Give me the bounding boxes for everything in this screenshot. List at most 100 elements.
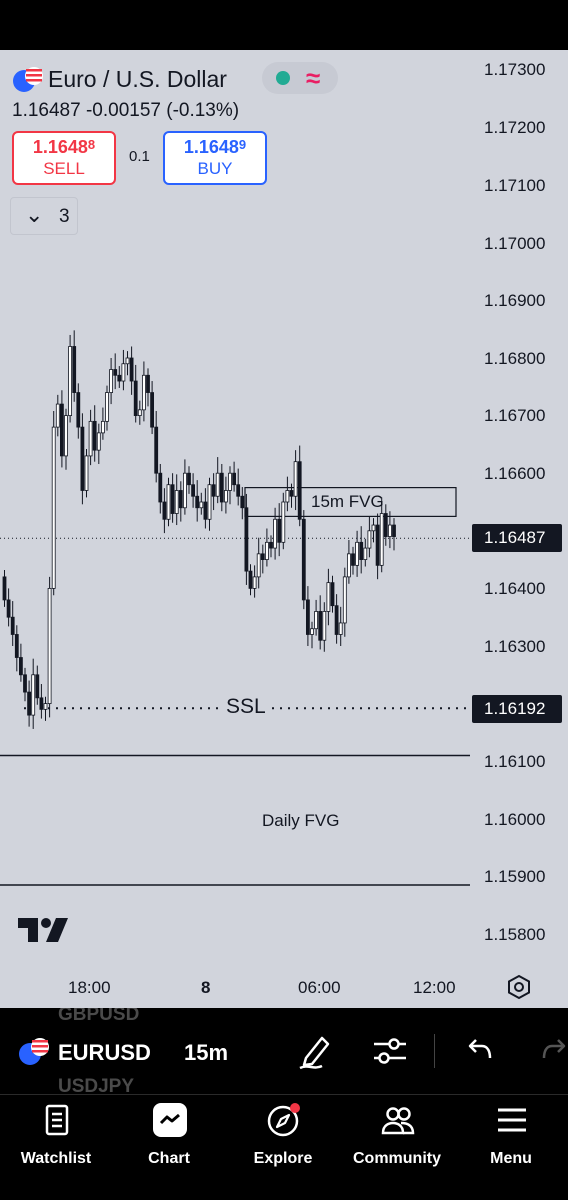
candle-body: [51, 426, 56, 589]
candle-body: [170, 484, 175, 514]
nav-menu[interactable]: Menu: [461, 1095, 561, 1195]
candle-body: [60, 403, 64, 457]
eur-usd-flag-icon: [13, 67, 43, 92]
indicators-sliders-icon[interactable]: [372, 1034, 408, 1068]
candle-body: [133, 380, 138, 417]
community-icon: [381, 1107, 415, 1135]
sell-price-pip: 8: [87, 137, 96, 152]
candle-body: [39, 697, 44, 710]
candle-body: [264, 541, 269, 561]
indicators-toggle[interactable]: ⌄ 3: [10, 197, 78, 235]
price-axis-label: 1.17200: [484, 118, 546, 137]
time-axis-label: 12:00: [413, 978, 456, 997]
candle-body: [215, 472, 220, 497]
candle-body: [68, 346, 72, 417]
redo-icon[interactable]: [542, 1034, 568, 1064]
compass-icon: [267, 1103, 300, 1137]
daily-fvg-label[interactable]: Daily FVG: [262, 811, 339, 831]
settings-icon[interactable]: [506, 974, 532, 1000]
candle-body: [269, 541, 273, 549]
candle-body: [162, 501, 167, 520]
price-axis-label: 1.16300: [484, 637, 546, 656]
candle-body: [84, 455, 89, 491]
chart-toolbar: GBPUSD USDJPY EURUSD 15m: [0, 1008, 568, 1094]
candle-body: [199, 501, 204, 509]
candle-body: [281, 501, 286, 543]
buy-price: 1.1648: [183, 137, 239, 157]
candle-body: [379, 513, 384, 566]
candle-body: [367, 530, 372, 549]
symbol-selector[interactable]: EURUSD: [58, 1040, 151, 1066]
status-bar: [0, 0, 568, 50]
chart-area[interactable]: Euro / U.S. Dollar ≈ 1.16487 -0.00157 (-…: [0, 50, 568, 1008]
quantity-value[interactable]: 0.1: [129, 148, 150, 165]
price-axis-label: 1.16600: [484, 464, 546, 483]
indicator-count: 3: [59, 206, 70, 227]
candle-body: [346, 553, 351, 578]
candle-body: [10, 616, 15, 635]
candle-body: [141, 374, 146, 411]
nav-explore[interactable]: Explore: [233, 1095, 333, 1195]
candle-body: [182, 472, 187, 509]
candle-body: [289, 490, 294, 497]
candle-body: [301, 518, 306, 601]
buy-button[interactable]: 1.16489 BUY: [163, 131, 267, 185]
candle-body: [387, 524, 392, 537]
candle-body: [125, 357, 130, 365]
price-axis-label: 1.16000: [484, 810, 546, 829]
candle-body: [35, 674, 40, 699]
price-axis-label: 1.17300: [484, 60, 546, 79]
candle-body: [47, 588, 52, 705]
candle-body: [338, 622, 343, 635]
ghost-symbol-above: GBPUSD: [58, 1008, 140, 1025]
nav-watchlist[interactable]: Watchlist: [6, 1095, 106, 1195]
price-axis-label: 1.16400: [484, 579, 546, 598]
nav-chart[interactable]: Chart: [119, 1095, 219, 1195]
candle-body: [187, 472, 191, 486]
current-price-tag: 1.16487: [472, 524, 562, 552]
candle-body: [31, 674, 36, 716]
candle-body: [256, 553, 261, 578]
candle-body: [371, 524, 376, 532]
candle-body: [305, 599, 310, 635]
candle-body: [150, 392, 155, 428]
candle-body: [297, 461, 302, 520]
candle-body: [223, 490, 228, 503]
candle-body: [27, 691, 32, 716]
price-change-line: 1.16487 -0.00157 (-0.13%): [12, 100, 240, 121]
candle-body: [330, 582, 335, 607]
candle-body: [203, 501, 208, 520]
candle-body: [314, 611, 319, 630]
time-axis-label: 8: [201, 978, 211, 997]
undo-icon[interactable]: [466, 1034, 494, 1064]
candle-body: [158, 472, 163, 503]
nav-chart-label: Chart: [148, 1150, 190, 1167]
candle-body: [195, 495, 200, 509]
tradingview-logo-icon: [18, 918, 68, 942]
nav-community[interactable]: Community: [347, 1095, 447, 1195]
candle-body: [211, 484, 216, 497]
candle-body: [260, 553, 265, 560]
candle-body: [109, 369, 113, 393]
chart-icon: [153, 1103, 187, 1137]
candle-body: [43, 703, 48, 710]
sell-button[interactable]: 1.16488 SELL: [12, 131, 116, 185]
pen-drawing-icon[interactable]: [298, 1034, 332, 1070]
timeframe-selector[interactable]: 15m: [184, 1040, 228, 1066]
price-axis-label: 1.17100: [484, 176, 546, 195]
candle-body: [219, 472, 224, 503]
price-axis-label: 1.16900: [484, 291, 546, 310]
symbol-title[interactable]: Euro / U.S. Dollar: [48, 66, 227, 93]
candle-body: [277, 518, 282, 543]
candle-body: [166, 484, 171, 520]
candle-body: [285, 490, 290, 503]
fvg-15m-label[interactable]: 15m FVG: [311, 492, 384, 512]
market-status-pill[interactable]: ≈: [262, 62, 338, 94]
ssl-label[interactable]: SSL: [220, 695, 272, 719]
nav-explore-label: Explore: [253, 1150, 313, 1167]
candle-body: [72, 346, 77, 393]
candle-body: [64, 415, 68, 457]
candle-body: [359, 541, 364, 561]
candle-body: [23, 674, 27, 693]
candle-body: [236, 484, 241, 497]
